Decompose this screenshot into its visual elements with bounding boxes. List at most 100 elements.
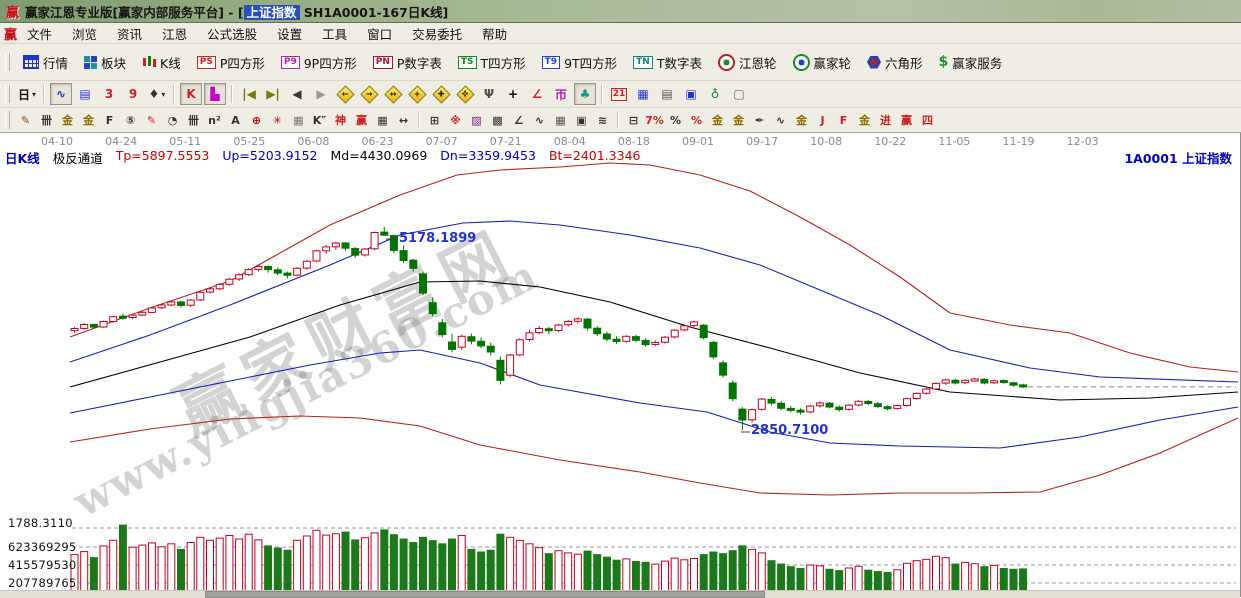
pct7-icon[interactable]: 7% xyxy=(645,111,664,130)
sectors-button[interactable]: 板块 xyxy=(76,47,134,77)
mindmap-icon[interactable]: ♣ xyxy=(574,83,596,105)
grid-filled-icon[interactable]: ▣ xyxy=(572,111,591,130)
zigzag-icon[interactable]: ∿ xyxy=(530,111,549,130)
horizontal-scrollbar[interactable] xyxy=(0,590,1240,598)
angle-measure-icon[interactable]: ∠ xyxy=(526,83,548,105)
shen-tool-icon[interactable]: 神 xyxy=(331,111,350,130)
n-squared-icon[interactable]: n² xyxy=(205,111,224,130)
remote-pc-icon[interactable]: ▢ xyxy=(728,83,750,105)
prev-page-icon[interactable]: ◀ xyxy=(286,83,308,105)
scrollbar-thumb[interactable] xyxy=(205,591,765,598)
next-page-icon[interactable]: ▶ xyxy=(310,83,332,105)
red-pen-icon[interactable]: ✎ xyxy=(142,111,161,130)
flag-grid-icon[interactable]: ⊞ xyxy=(425,111,444,130)
zoom-out-all-icon[interactable]: + xyxy=(406,83,428,105)
jin-angle-icon[interactable]: 进 xyxy=(876,111,895,130)
grid-box-icon[interactable]: ▦ xyxy=(289,111,308,130)
wave-a-icon[interactable]: ∿ xyxy=(771,111,790,130)
box-lines-icon[interactable]: ▩ xyxy=(488,111,507,130)
hexagon-button[interactable]: 六角形 xyxy=(859,47,931,77)
menu-item-公式选股[interactable]: 公式选股 xyxy=(197,24,267,43)
si-angle-icon[interactable]: 四 xyxy=(918,111,937,130)
menu-item-工具[interactable]: 工具 xyxy=(312,24,357,43)
menu-item-江恩[interactable]: 江恩 xyxy=(152,24,197,43)
angle-pens-icon[interactable]: ∠ xyxy=(509,111,528,130)
j-angle-icon[interactable]: J xyxy=(813,111,832,130)
toolbar-grip[interactable] xyxy=(5,85,10,103)
slash-lines-icon[interactable]: ≋ xyxy=(593,111,612,130)
p-square-button[interactable]: PSP四方形 xyxy=(189,47,273,77)
menu-item-交易委托[interactable]: 交易委托 xyxy=(402,24,472,43)
menu-item-帮助[interactable]: 帮助 xyxy=(472,24,517,43)
market-quotes-button[interactable]: 行情 xyxy=(15,47,76,77)
period-day-selector[interactable]: 日▾ xyxy=(16,83,38,105)
gold-slash-icon[interactable]: 金 xyxy=(792,111,811,130)
menu-item-浏览[interactable]: 浏览 xyxy=(62,24,107,43)
pen-box-icon[interactable]: ▨ xyxy=(467,111,486,130)
gann-wheel-button[interactable]: 江恩轮 xyxy=(710,47,785,77)
grid-number-icon[interactable]: ▦ xyxy=(373,111,392,130)
toolbar-grip[interactable] xyxy=(5,111,10,129)
gann-box-icon[interactable]: 帀 xyxy=(550,83,572,105)
memo-icon[interactable]: ▤ xyxy=(656,83,678,105)
fence2-icon[interactable]: 卌 xyxy=(184,111,203,130)
grid3-icon[interactable]: ▦ xyxy=(551,111,570,130)
titlebar[interactable]: 赢 赢家江恩专业版[赢家内部服务平台] - [上证指数 SH1A0001-167… xyxy=(0,0,1241,23)
gold-circle-icon[interactable]: 金 xyxy=(708,111,727,130)
period-label[interactable]: 日K线 xyxy=(5,148,40,167)
star-burst-icon[interactable]: ✳ xyxy=(268,111,287,130)
calendar-icon[interactable]: 21 xyxy=(608,83,630,105)
circle-cross-icon[interactable]: ⊕ xyxy=(247,111,266,130)
ying-tool-icon[interactable]: 赢 xyxy=(352,111,371,130)
red-fan-icon[interactable]: ※ xyxy=(446,111,465,130)
bar-measure-icon[interactable]: ⊟ xyxy=(624,111,643,130)
web-sync-icon[interactable]: ♁ xyxy=(704,83,726,105)
gold-gate2-icon[interactable]: 金 xyxy=(79,111,98,130)
kline-button[interactable]: K线 xyxy=(134,47,189,77)
save-icon[interactable]: ▣ xyxy=(680,83,702,105)
p-number-table-button[interactable]: PNP数字表 xyxy=(365,47,450,77)
ying-angle-icon[interactable]: 赢 xyxy=(897,111,916,130)
compass-pen-icon[interactable]: ✎ xyxy=(16,111,35,130)
width-arrows-icon[interactable]: ↔ xyxy=(394,111,413,130)
calculator-icon[interactable]: ▦ xyxy=(632,83,654,105)
t9-square-button[interactable]: T99T四方形 xyxy=(534,47,626,77)
k-quote-icon[interactable]: K″ xyxy=(310,111,329,130)
menu-item-窗口[interactable]: 窗口 xyxy=(357,24,402,43)
time-cycle-icon[interactable]: ◔ xyxy=(163,111,182,130)
mirror-a-icon[interactable]: A xyxy=(226,111,245,130)
menu-item-资讯[interactable]: 资讯 xyxy=(107,24,152,43)
menu-item-设置[interactable]: 设置 xyxy=(267,24,312,43)
gold-gate-icon[interactable]: 金 xyxy=(58,111,77,130)
hand-drag-icon[interactable]: Ψ xyxy=(478,83,500,105)
pen-filter-icon[interactable]: ✒ xyxy=(750,111,769,130)
symbol-label[interactable]: 1A0001 上证指数 xyxy=(1124,148,1232,167)
winner-wheel-button[interactable]: 赢家轮 xyxy=(785,47,860,77)
gold-angle-icon[interactable]: 金 xyxy=(855,111,874,130)
chart-canvas[interactable] xyxy=(0,133,1241,597)
f-gate-icon[interactable]: F xyxy=(100,111,119,130)
t-number-table-button[interactable]: TNT数字表 xyxy=(625,47,710,77)
menu-item-文件[interactable]: 文件 xyxy=(17,24,62,43)
t-square-button[interactable]: TST四方形 xyxy=(450,47,534,77)
spiral5-icon[interactable]: ⑤ xyxy=(121,111,140,130)
info-document-icon[interactable]: ▤ xyxy=(74,83,96,105)
f-angle-icon[interactable]: F xyxy=(834,111,853,130)
zoom-out-x-icon[interactable]: ← xyxy=(334,83,356,105)
pct-line-icon[interactable]: % xyxy=(687,111,706,130)
candle-style-selector[interactable]: ♦▾ xyxy=(146,83,168,105)
volume-histogram-icon[interactable]: ▙ xyxy=(204,83,226,105)
nine-period-kline-icon[interactable]: 9 xyxy=(122,83,144,105)
winner-service-button[interactable]: $赢家服务 xyxy=(931,47,1011,77)
timeshare-chart-icon[interactable]: ∿ xyxy=(50,83,72,105)
toolbar-grip[interactable] xyxy=(5,53,10,71)
zoom-reset-icon[interactable]: ✜ xyxy=(454,83,476,105)
indicator-name[interactable]: 极反通道 xyxy=(53,148,103,167)
first-page-icon[interactable]: |◀ xyxy=(238,83,260,105)
fence-icon[interactable]: 卌 xyxy=(37,111,56,130)
crosshair-icon[interactable]: + xyxy=(502,83,524,105)
three-period-kline-icon[interactable]: 3 xyxy=(98,83,120,105)
p9-square-button[interactable]: P99P四方形 xyxy=(273,47,365,77)
zoom-in-all-icon[interactable]: ✚ xyxy=(430,83,452,105)
last-page-icon[interactable]: ▶| xyxy=(262,83,284,105)
